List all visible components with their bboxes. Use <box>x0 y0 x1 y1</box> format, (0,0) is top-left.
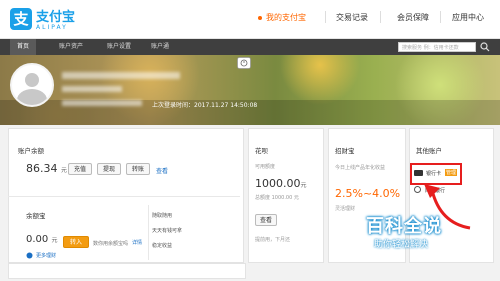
yuebao-divider <box>148 205 149 260</box>
balance-view-link[interactable]: 查看 <box>156 166 168 175</box>
huabei-value: 1000.00 <box>255 177 301 190</box>
nav-transactions[interactable]: 交易记录 <box>336 12 368 23</box>
alipay-logo-icon[interactable]: 支 <box>10 8 32 30</box>
rocket-icon <box>26 252 33 259</box>
last-login-time: 上次登录时间：2017.11.27 14:50:08 <box>152 102 258 109</box>
yuebao-unit: 元 <box>51 237 58 244</box>
nav-member-protection[interactable]: 会员保障 <box>397 12 429 23</box>
nav-active-dot <box>258 16 262 20</box>
huabei-view-button[interactable]: 查看 <box>255 214 277 226</box>
balance-title: 账户余额 <box>18 147 44 155</box>
nav-app-center[interactable]: 应用中心 <box>452 12 484 23</box>
yuebao-value: 0.00 <box>26 234 49 245</box>
panel-divider <box>8 196 240 197</box>
huabei-note: 总额度 1000.00 元 <box>255 195 299 201</box>
yuebao-details-link[interactable]: 详情 <box>132 239 142 246</box>
zhaocaibao-note: 灵活理财 <box>335 206 356 212</box>
search-icon[interactable] <box>480 42 490 52</box>
blurred-account <box>62 86 122 92</box>
balance-unit: 元 <box>61 167 68 174</box>
zhaocaibao-sub: 今日上线产品年化收益 <box>335 165 386 171</box>
nav-divider <box>440 11 441 23</box>
tab-assets[interactable]: 账户资产 <box>52 39 90 55</box>
withdraw-button[interactable]: 提现 <box>97 163 121 175</box>
huabei-title: 花呗 <box>255 147 268 155</box>
feature-item: 稳定收益 <box>152 243 173 249</box>
huabei-amount: 1000.00元 <box>255 177 307 190</box>
feature-item: 随取随用 <box>152 213 173 219</box>
huabei-sub: 可用额度 <box>255 164 276 170</box>
avatar-head <box>25 73 39 87</box>
nav-my-alipay[interactable]: 我的支付宝 <box>266 12 306 23</box>
tab-home[interactable]: 首页 <box>10 39 37 55</box>
avatar-body <box>17 89 47 105</box>
transfer-button[interactable]: 转账 <box>126 163 150 175</box>
watermark-slogan: 助你轻松解决 <box>374 240 429 250</box>
balance-value: 86.34 <box>26 162 58 175</box>
zhaocaibao-rate: 2.5%~4.0% <box>335 187 401 200</box>
more-finance-link[interactable]: 更多理财 <box>36 252 56 259</box>
other-accounts-title: 其他账户 <box>416 147 442 155</box>
logo-subtext: ALIPAY <box>36 24 68 31</box>
logo-text[interactable]: 支付宝 <box>36 6 75 25</box>
zhaocaibao-title: 招财宝 <box>335 147 355 155</box>
tab-account-link[interactable]: 账户通 <box>144 39 176 55</box>
blurred-info <box>62 100 142 106</box>
yuebao-title: 余额宝 <box>26 212 46 220</box>
balance-amount: 86.34 元 <box>26 162 67 175</box>
feature-item: 天天有钱可拿 <box>152 228 183 234</box>
recharge-button[interactable]: 充值 <box>68 163 92 175</box>
alarm-clock-icon[interactable] <box>237 57 251 69</box>
nav-divider <box>325 11 326 23</box>
nav-divider <box>380 11 381 23</box>
huabei-footer: 提前用，下月还 <box>255 237 291 243</box>
bottom-panel <box>8 263 246 279</box>
yuebao-amount: 0.00 元 <box>26 234 57 245</box>
blurred-username <box>62 72 180 79</box>
transfer-in-button[interactable]: 转入 <box>63 236 89 248</box>
yuebao-promo: 数你用余额宝吗 <box>93 241 129 247</box>
watermark-brand: 百科全说 <box>366 216 442 237</box>
tab-settings[interactable]: 账户设置 <box>100 39 138 55</box>
search-input[interactable]: 搜索服务 例：信用卡还款 <box>398 42 476 52</box>
huabei-unit: 元 <box>300 182 307 189</box>
avatar[interactable] <box>10 63 54 107</box>
